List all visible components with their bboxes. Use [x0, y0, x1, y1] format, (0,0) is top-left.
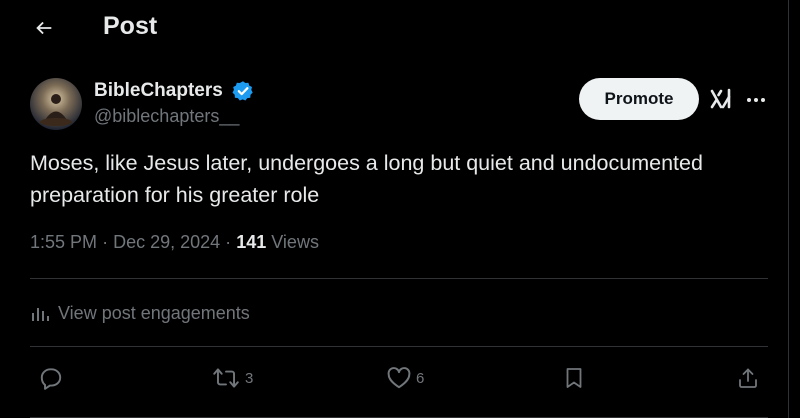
- view-engagements-label: View post engagements: [58, 302, 250, 323]
- like-button[interactable]: 6: [386, 362, 424, 394]
- like-icon: [387, 367, 411, 389]
- views-count: 141: [236, 232, 267, 252]
- bookmark-button[interactable]: [562, 362, 586, 394]
- column-border: [788, 0, 789, 418]
- retweet-button[interactable]: 3: [211, 362, 253, 394]
- author-name[interactable]: BibleChapters: [94, 80, 223, 102]
- header: Post: [0, 0, 788, 56]
- page-title: Post: [103, 12, 158, 40]
- verified-badge-icon: [232, 80, 254, 102]
- promote-button[interactable]: Promote: [579, 78, 699, 120]
- avatar[interactable]: [30, 78, 82, 130]
- retweet-icon: [213, 368, 239, 388]
- post-time[interactable]: 1:55 PM: [30, 232, 97, 252]
- divider: [30, 278, 768, 279]
- post-meta: 1:55 PM · Dec 29, 2024 · 141 Views: [30, 232, 319, 253]
- more-icon[interactable]: [744, 90, 768, 110]
- back-button[interactable]: [30, 14, 58, 42]
- bookmark-icon: [566, 368, 582, 388]
- share-icon: [739, 368, 757, 388]
- meta-separator: ·: [102, 232, 109, 252]
- grok-icon[interactable]: [709, 87, 735, 111]
- view-engagements-link[interactable]: View post engagements: [30, 299, 250, 327]
- post-date[interactable]: Dec 29, 2024: [113, 232, 220, 252]
- author-handle[interactable]: @biblechapters__: [94, 106, 239, 127]
- analytics-icon: [32, 308, 49, 321]
- meta-separator: ·: [225, 232, 232, 252]
- reply-icon: [40, 368, 62, 390]
- retweet-count: 3: [245, 369, 254, 387]
- like-count: 6: [416, 369, 425, 387]
- back-arrow-icon: [36, 21, 52, 35]
- divider: [30, 346, 768, 347]
- reply-button[interactable]: [38, 362, 64, 394]
- share-button[interactable]: [736, 362, 760, 394]
- views-label: Views: [271, 232, 319, 252]
- post-text: Moses, like Jesus later, undergoes a lon…: [30, 151, 703, 207]
